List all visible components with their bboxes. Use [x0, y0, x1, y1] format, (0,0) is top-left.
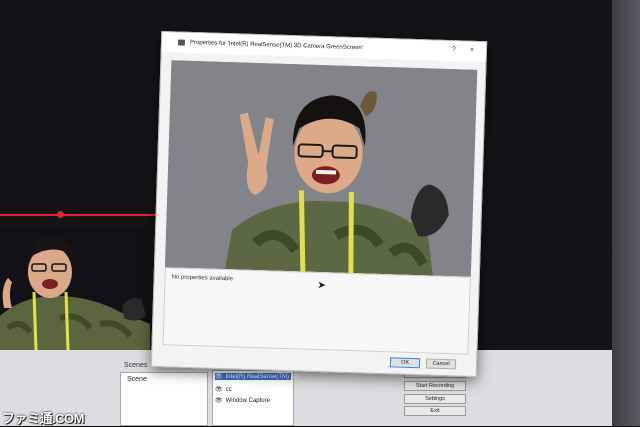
exit-button[interactable]: Exit — [404, 406, 466, 416]
scenes-header: Scenes — [124, 362, 147, 369]
source-item-cc[interactable]: 👁 cc — [215, 386, 232, 393]
controls-panel: Start Streaming Start Recording Settings… — [400, 368, 470, 426]
mouse-cursor-icon: ➤ — [317, 280, 326, 291]
help-icon[interactable]: ? — [452, 46, 456, 53]
start-recording-button[interactable]: Start Recording — [404, 381, 466, 391]
source-label: Intel(R) RealSense(TM) 3D — [226, 374, 299, 380]
eye-icon[interactable]: 👁 — [215, 386, 223, 393]
sources-list[interactable]: 👁 Intel(R) RealSense(TM) 3D 👁 cc 👁 Windo… — [212, 370, 294, 426]
properties-dialog: Properties for 'Intel(R) RealSense(TM) 3… — [151, 31, 487, 377]
transform-handle[interactable] — [57, 211, 64, 218]
source-item-realsense[interactable]: 👁 Intel(R) RealSense(TM) 3D — [215, 373, 291, 380]
obs-window-edge — [612, 0, 640, 426]
ok-button[interactable]: OK — [390, 357, 420, 368]
list-item[interactable]: Scene — [127, 376, 147, 383]
transform-guide-line — [0, 214, 170, 216]
eye-icon[interactable]: 👁 — [215, 373, 223, 380]
source-label: cc — [226, 387, 232, 393]
app-icon — [178, 39, 185, 45]
settings-button[interactable]: Settings — [404, 394, 466, 404]
source-item-window-capture[interactable]: 👁 Window Capture — [215, 397, 270, 404]
watermark-logo: ファミ通.COM — [2, 408, 84, 427]
cancel-button[interactable]: Cancel — [426, 358, 456, 369]
scenes-list[interactable]: Scene — [120, 372, 208, 426]
preview-person-image — [0, 228, 150, 350]
properties-panel: No properties available ➤ — [162, 267, 470, 355]
eye-icon[interactable]: 👁 — [215, 397, 223, 404]
source-label: Window Capture — [226, 398, 270, 404]
preview-camera-feed — [0, 228, 150, 350]
camera-person-image — [165, 60, 477, 277]
no-properties-text: No properties available — [172, 274, 234, 282]
camera-preview — [165, 60, 477, 277]
close-icon[interactable]: × — [470, 47, 474, 54]
